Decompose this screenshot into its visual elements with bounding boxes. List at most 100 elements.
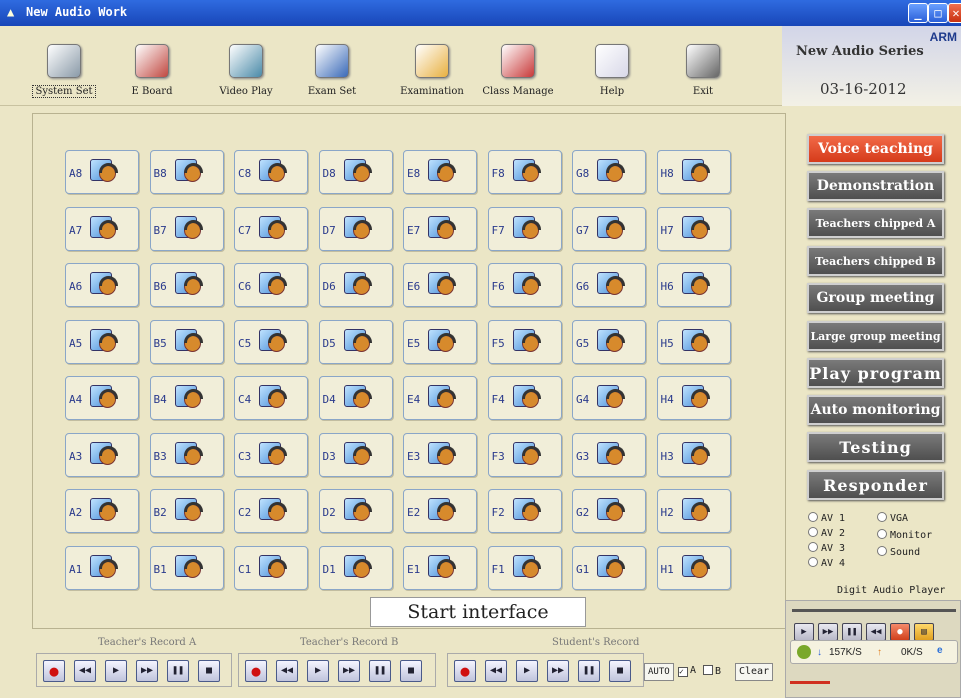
seat-g6[interactable]: G6: [572, 263, 646, 307]
source-radio-sound[interactable]: Sound: [877, 546, 920, 558]
seat-g2[interactable]: G2: [572, 489, 646, 533]
teacher-record-a-play-icon[interactable]: ▶: [105, 660, 127, 682]
mode-button-play-program[interactable]: Play program: [807, 358, 944, 388]
mode-button-testing[interactable]: Testing: [807, 432, 944, 462]
radio-circle-icon[interactable]: [808, 512, 818, 522]
seat-b3[interactable]: B3: [149, 432, 224, 477]
teacher-record-b-rewind-icon[interactable]: ◀◀: [276, 660, 298, 682]
seat-b7[interactable]: B7: [149, 206, 224, 251]
player-pause-icon[interactable]: ❚❚: [842, 623, 862, 641]
seat-f1[interactable]: F1: [487, 545, 562, 590]
radio-circle-icon[interactable]: [808, 542, 818, 552]
seat-a6[interactable]: A6: [65, 263, 139, 307]
seat-d8[interactable]: D8: [318, 150, 393, 194]
radio-circle-icon[interactable]: [808, 527, 818, 537]
seat-b4[interactable]: B4: [149, 376, 224, 420]
toolbar-button-exit[interactable]: Exit: [663, 44, 743, 97]
seat-h6[interactable]: H6: [656, 263, 731, 307]
student-record-rewind-icon[interactable]: ◀◀: [485, 660, 507, 682]
seat-d3[interactable]: D3: [318, 432, 393, 477]
teacher-record-b-pause-icon[interactable]: ❚❚: [369, 660, 391, 682]
student-record-play-icon[interactable]: ▶: [516, 660, 538, 682]
source-radio-av-3[interactable]: AV 3: [808, 542, 845, 554]
radio-circle-icon[interactable]: [877, 512, 887, 522]
player-play-icon[interactable]: ▶: [794, 623, 814, 641]
seat-f2[interactable]: F2: [487, 489, 562, 533]
mode-button-teachers-chipped-b[interactable]: Teachers chipped B: [807, 246, 944, 276]
seat-e5[interactable]: E5: [403, 319, 477, 364]
mode-button-group-meeting[interactable]: Group meeting: [807, 283, 944, 313]
seat-c5[interactable]: C5: [234, 319, 308, 364]
teacher-record-a-record-icon[interactable]: ●: [43, 660, 65, 682]
teacher-record-a-rewind-icon[interactable]: ◀◀: [74, 660, 96, 682]
source-radio-monitor[interactable]: Monitor: [877, 529, 932, 541]
maximize-button[interactable]: □: [928, 3, 948, 23]
teacher-record-b-forward-icon[interactable]: ▶▶: [338, 660, 360, 682]
seat-d2[interactable]: D2: [318, 489, 393, 533]
seat-h2[interactable]: H2: [656, 489, 731, 533]
seat-g8[interactable]: G8: [572, 150, 646, 194]
seat-b5[interactable]: B5: [149, 319, 224, 364]
seat-g5[interactable]: G5: [572, 319, 646, 364]
seat-c1[interactable]: C1: [234, 545, 308, 590]
player-open-icon[interactable]: ▤: [914, 623, 934, 641]
minimize-button[interactable]: _: [908, 3, 928, 23]
toolbar-button-examination[interactable]: Examination: [392, 44, 472, 97]
source-radio-av-1[interactable]: AV 1: [808, 512, 845, 524]
mode-button-voice-teaching[interactable]: Voice teaching: [807, 134, 944, 164]
seat-a4[interactable]: A4: [65, 376, 139, 420]
checkbox-b[interactable]: B: [703, 665, 721, 677]
seat-e4[interactable]: E4: [403, 376, 477, 420]
student-record-pause-icon[interactable]: ❚❚: [578, 660, 600, 682]
player-next-icon[interactable]: ▶▶: [818, 623, 838, 641]
source-radio-av-4[interactable]: AV 4: [808, 557, 845, 569]
teacher-record-b-play-icon[interactable]: ▶: [307, 660, 329, 682]
seat-a3[interactable]: A3: [65, 432, 139, 477]
seat-a7[interactable]: A7: [65, 206, 139, 251]
seat-d5[interactable]: D5: [318, 319, 393, 364]
seat-h8[interactable]: H8: [656, 150, 731, 194]
checkbox-b-box[interactable]: [703, 665, 713, 675]
volume-slider[interactable]: [790, 681, 830, 684]
seat-h1[interactable]: H1: [656, 545, 731, 590]
player-record-icon[interactable]: ●: [890, 623, 910, 641]
player-seek-bar[interactable]: [792, 609, 956, 612]
clear-button[interactable]: Clear: [735, 663, 774, 681]
seat-b1[interactable]: B1: [149, 545, 224, 590]
seat-f3[interactable]: F3: [487, 432, 562, 477]
seat-a2[interactable]: A2: [65, 489, 139, 533]
seat-g7[interactable]: G7: [572, 206, 646, 251]
seat-e1[interactable]: E1: [403, 545, 477, 590]
student-record-stop-icon[interactable]: ■: [609, 660, 631, 682]
close-button[interactable]: ✕: [948, 3, 961, 23]
seat-f8[interactable]: F8: [487, 150, 562, 194]
seat-e2[interactable]: E2: [403, 489, 477, 533]
seat-a5[interactable]: A5: [65, 319, 139, 364]
auto-button[interactable]: AUTO: [644, 663, 674, 681]
mode-button-auto-monitoring[interactable]: Auto monitoring: [807, 395, 944, 425]
toolbar-button-exam-set[interactable]: Exam Set: [292, 44, 372, 97]
mode-button-responder[interactable]: Responder: [807, 470, 944, 500]
teacher-record-a-forward-icon[interactable]: ▶▶: [136, 660, 158, 682]
seat-f7[interactable]: F7: [487, 206, 562, 251]
seat-g3[interactable]: G3: [572, 432, 646, 477]
toolbar-button-class-manage[interactable]: Class Manage: [478, 44, 558, 97]
seat-e3[interactable]: E3: [403, 432, 477, 477]
seat-f5[interactable]: F5: [487, 319, 562, 364]
teacher-record-a-pause-icon[interactable]: ❚❚: [167, 660, 189, 682]
seat-g1[interactable]: G1: [572, 545, 646, 590]
source-radio-vga[interactable]: VGA: [877, 512, 908, 524]
checkbox-a-box[interactable]: ✓: [678, 667, 688, 677]
seat-c3[interactable]: C3: [234, 432, 308, 477]
seat-h5[interactable]: H5: [656, 319, 731, 364]
seat-d1[interactable]: D1: [318, 545, 393, 590]
radio-circle-icon[interactable]: [877, 546, 887, 556]
checkbox-a[interactable]: ✓ A: [678, 665, 696, 677]
seat-c8[interactable]: C8: [234, 150, 308, 194]
seat-b8[interactable]: B8: [149, 150, 224, 194]
seat-d6[interactable]: D6: [318, 263, 393, 307]
mode-button-large-group-meeting[interactable]: Large group meeting: [807, 321, 944, 351]
mode-button-demonstration[interactable]: Demonstration: [807, 171, 944, 201]
player-rewind-icon[interactable]: ◀◀: [866, 623, 886, 641]
seat-e7[interactable]: E7: [403, 206, 477, 251]
